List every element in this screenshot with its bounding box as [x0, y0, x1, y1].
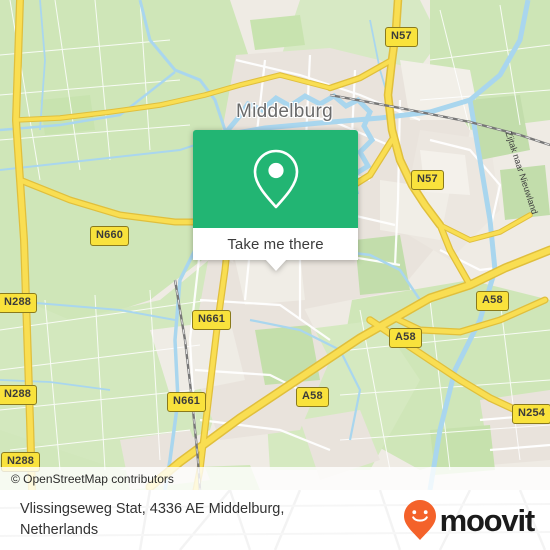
- callout-pointer-tail: [264, 259, 287, 271]
- map-pin-icon: [253, 149, 298, 209]
- road-shield-a58: A58: [389, 328, 422, 348]
- road-shield-n288: N288: [0, 293, 38, 313]
- callout-action-area[interactable]: Take me there: [193, 228, 358, 260]
- road-shield-n57: N57: [385, 27, 418, 47]
- openstreetmap-attribution[interactable]: © OpenStreetMap contributors: [0, 472, 174, 486]
- map-viewport[interactable]: Middelburg Zijtak naar Nieuwland N57 N57 N…: [0, 0, 550, 490]
- address-line-2: Netherlands: [20, 522, 99, 538]
- moovit-map-screenshot: Middelburg Zijtak naar Nieuwland N57 N57 N…: [0, 0, 550, 550]
- road-shield-n660: N660: [90, 226, 130, 246]
- road-shield-a58: A58: [296, 387, 329, 407]
- location-address: Vlissingseweg Stat, 4336 AE Middelburg, …: [20, 499, 284, 541]
- moovit-pin-smile-icon: [403, 500, 436, 540]
- footer-content: Vlissingseweg Stat, 4336 AE Middelburg, …: [0, 490, 550, 550]
- road-shield-a58: A58: [476, 291, 509, 311]
- footer-bar: Vlissingseweg Stat, 4336 AE Middelburg, …: [0, 490, 550, 550]
- place-label-middelburg: Middelburg: [236, 101, 333, 122]
- moovit-wordmark: moovit: [439, 502, 536, 538]
- road-shield-n661: N661: [192, 310, 232, 330]
- road-shield-n254: N254: [512, 404, 550, 424]
- moovit-brand-logo[interactable]: moovit: [403, 499, 536, 541]
- take-me-there-button[interactable]: Take me there: [227, 236, 323, 253]
- road-shield-n661: N661: [167, 392, 207, 412]
- location-callout-card[interactable]: Take me there: [193, 130, 358, 271]
- map-attribution-bar: © OpenStreetMap contributors: [0, 467, 550, 490]
- road-shield-n288: N288: [0, 385, 38, 405]
- address-line-1: Vlissingseweg Stat, 4336 AE Middelburg,: [20, 501, 285, 517]
- callout-icon-area: [193, 130, 358, 228]
- road-shield-n57: N57: [411, 170, 444, 190]
